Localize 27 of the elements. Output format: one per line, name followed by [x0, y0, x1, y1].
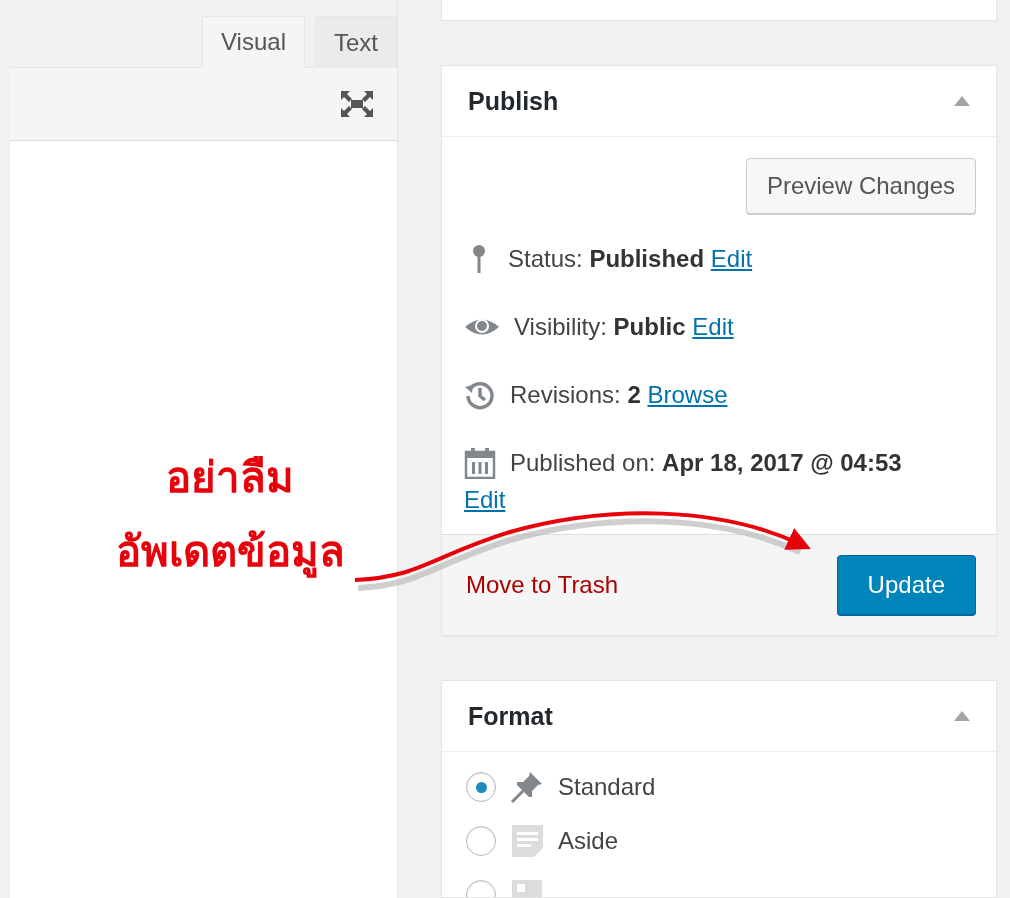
preview-changes-button[interactable]: Preview Changes [745, 158, 976, 214]
edit-link[interactable]: Edit [464, 486, 506, 514]
collapse-icon[interactable] [954, 96, 970, 106]
publish-info: Published on: Apr 18, 2017 @ 04:53 [510, 449, 902, 477]
format-option-label: Aside [558, 827, 619, 855]
fullscreen-icon[interactable] [339, 89, 375, 119]
publish-info: Visibility: Public Edit [514, 313, 734, 341]
history-icon [464, 379, 496, 411]
edit-link[interactable]: Edit [692, 313, 734, 340]
move-to-trash-link[interactable]: Move to Trash [466, 571, 619, 599]
pushpin-icon [510, 770, 544, 804]
publish-info: Status: Published Edit [508, 245, 753, 273]
note-icon [510, 824, 544, 858]
publish-info: Revisions: 2 Browse [510, 381, 728, 409]
panel-title: Format [468, 701, 553, 731]
collapse-icon[interactable] [954, 711, 970, 721]
panel-title: Publish [468, 86, 559, 116]
calendar-icon [464, 447, 496, 479]
update-button[interactable]: Update [836, 555, 976, 615]
annotation-text: อย่าลืม [166, 455, 294, 502]
annotation-text: อัพเดตข้อมูล [115, 529, 345, 576]
editor-tab[interactable]: Text [315, 16, 397, 68]
edit-link[interactable]: Edit [710, 245, 753, 272]
editor-area[interactable] [10, 141, 397, 898]
edit-link[interactable]: Browse [647, 381, 728, 408]
editor-tab[interactable]: Visual [202, 16, 305, 68]
format-option-label: Standard [558, 773, 656, 801]
